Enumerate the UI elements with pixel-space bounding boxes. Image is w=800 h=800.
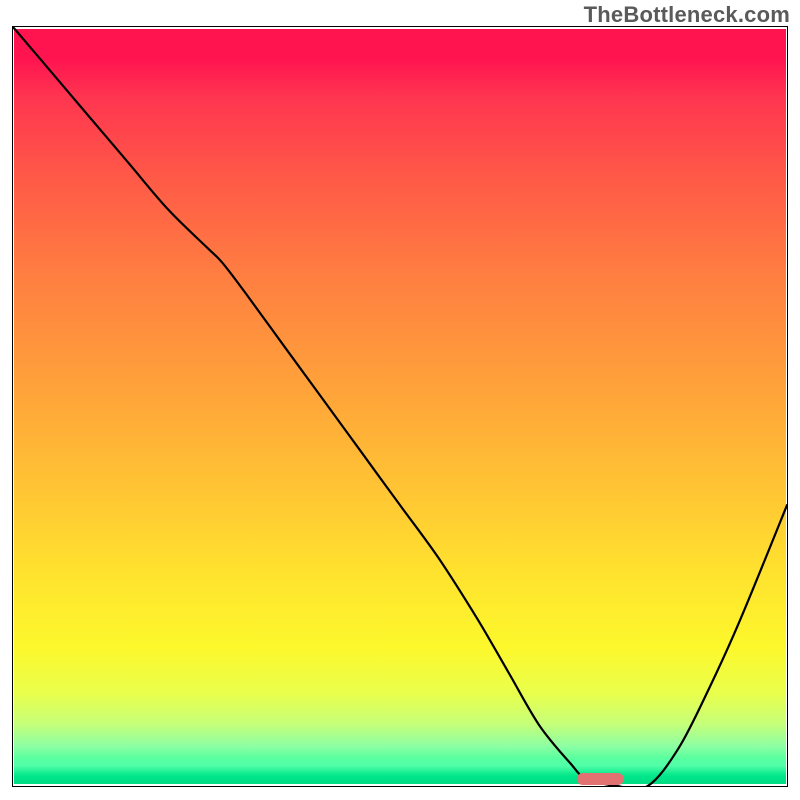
- optimal-region-marker: [577, 773, 623, 785]
- curve-layer: [13, 27, 787, 786]
- bottleneck-curve-path: [13, 27, 787, 786]
- plot-frame: [12, 26, 788, 787]
- chart-container: TheBottleneck.com: [0, 0, 800, 800]
- watermark-text: TheBottleneck.com: [584, 2, 790, 28]
